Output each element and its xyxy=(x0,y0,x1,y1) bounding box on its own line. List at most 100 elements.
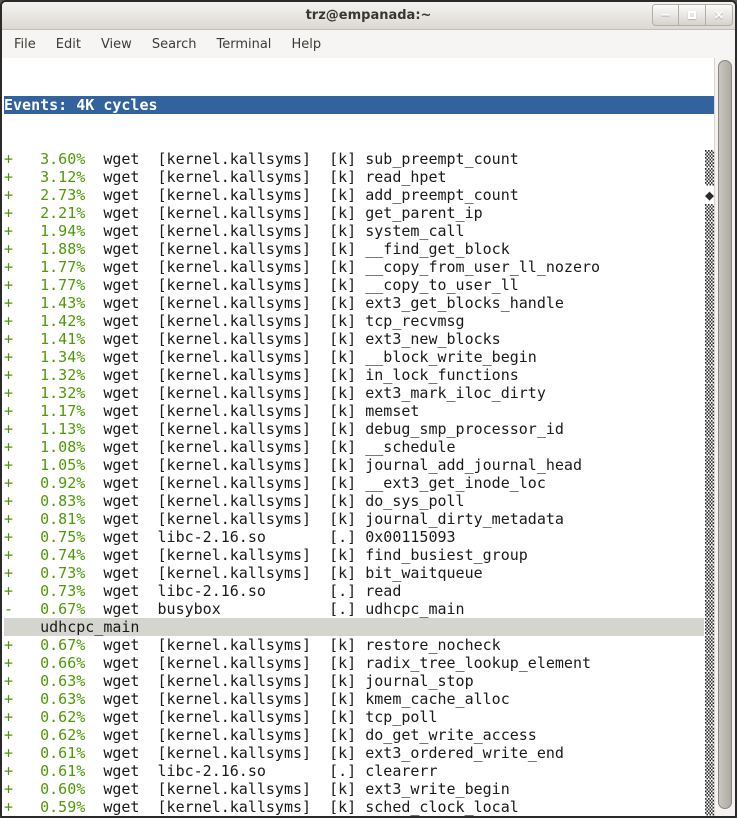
perf-row[interactable]: + 1.41% wget [kernel.kallsyms] [k] ext3_… xyxy=(4,330,714,348)
perf-row-percent: + 1.08% xyxy=(4,438,85,456)
perf-row-symbol: wget [kernel.kallsyms] [k] system_call xyxy=(85,222,464,240)
menu-item-file[interactable]: File xyxy=(4,32,46,57)
tui-scrollbar-track-icon: ▒ xyxy=(704,798,714,816)
perf-rows: + 3.60% wget [kernel.kallsyms] [k] sub_p… xyxy=(4,150,714,816)
perf-row[interactable]: + 0.81% wget [kernel.kallsyms] [k] journ… xyxy=(4,510,714,528)
perf-row[interactable]: + 1.32% wget [kernel.kallsyms] [k] in_lo… xyxy=(4,366,714,384)
perf-row-text: + 1.05% wget [kernel.kallsyms] [k] journ… xyxy=(4,456,704,474)
perf-row-symbol: wget [kernel.kallsyms] [k] ext3_ordered_… xyxy=(85,744,564,762)
perf-row[interactable]: + 0.67% wget [kernel.kallsyms] [k] resto… xyxy=(4,636,714,654)
perf-row-text: + 2.21% wget [kernel.kallsyms] [k] get_p… xyxy=(4,204,704,222)
perf-row-symbol: wget busybox [.] udhcpc_main xyxy=(85,600,464,618)
perf-row[interactable]: + 0.73% wget [kernel.kallsyms] [k] bit_w… xyxy=(4,564,714,582)
perf-row[interactable]: - 0.67% wget busybox [.] udhcpc_main▒ xyxy=(4,600,714,618)
perf-row[interactable]: + 1.88% wget [kernel.kallsyms] [k] __fin… xyxy=(4,240,714,258)
maximize-icon xyxy=(688,11,696,19)
perf-row[interactable]: + 1.43% wget [kernel.kallsyms] [k] ext3_… xyxy=(4,294,714,312)
perf-row[interactable]: + 0.63% wget [kernel.kallsyms] [k] journ… xyxy=(4,672,714,690)
perf-row[interactable]: + 0.60% wget [kernel.kallsyms] [k] ext3_… xyxy=(4,780,714,798)
perf-row-symbol: wget [kernel.kallsyms] [k] journal_stop xyxy=(85,672,473,690)
perf-row-symbol: wget libc-2.16.so [.] read xyxy=(85,582,401,600)
perf-row-text: + 1.94% wget [kernel.kallsyms] [k] syste… xyxy=(4,222,704,240)
perf-row-symbol: wget [kernel.kallsyms] [k] __copy_to_use… xyxy=(85,276,518,294)
perf-row-text: + 2.73% wget [kernel.kallsyms] [k] add_p… xyxy=(4,186,704,204)
perf-row-percent: + 2.21% xyxy=(4,204,85,222)
perf-row[interactable]: + 0.61% wget [kernel.kallsyms] [k] ext3_… xyxy=(4,744,714,762)
window-titlebar[interactable]: trz@empanada:~ − × xyxy=(2,2,735,30)
perf-row-text: + 3.60% wget [kernel.kallsyms] [k] sub_p… xyxy=(4,150,704,168)
perf-row[interactable]: + 3.12% wget [kernel.kallsyms] [k] read_… xyxy=(4,168,714,186)
tui-scrollbar-track-icon: ▒ xyxy=(704,546,714,564)
tui-scrollbar-track-icon: ▒ xyxy=(704,744,714,762)
perf-row[interactable]: + 1.05% wget [kernel.kallsyms] [k] journ… xyxy=(4,456,714,474)
perf-row[interactable]: + 0.61% wget libc-2.16.so [.] clearerr▒ xyxy=(4,762,714,780)
perf-row[interactable]: + 3.60% wget [kernel.kallsyms] [k] sub_p… xyxy=(4,150,714,168)
perf-row[interactable]: + 0.92% wget [kernel.kallsyms] [k] __ext… xyxy=(4,474,714,492)
perf-row[interactable]: + 2.21% wget [kernel.kallsyms] [k] get_p… xyxy=(4,204,714,222)
perf-row[interactable]: + 0.62% wget [kernel.kallsyms] [k] do_ge… xyxy=(4,726,714,744)
perf-row[interactable]: + 0.66% wget [kernel.kallsyms] [k] radix… xyxy=(4,654,714,672)
tui-scrollbar-track-icon: ▒ xyxy=(704,312,714,330)
menu-item-edit[interactable]: Edit xyxy=(46,32,91,57)
tui-scrollbar-track-icon: ▒ xyxy=(704,474,714,492)
perf-row[interactable]: + 2.73% wget [kernel.kallsyms] [k] add_p… xyxy=(4,186,714,204)
perf-row-text: + 0.61% wget libc-2.16.so [.] clearerr xyxy=(4,762,704,780)
tui-scrollbar-track-icon: ▒ xyxy=(704,456,714,474)
perf-row[interactable]: + 0.73% wget libc-2.16.so [.] read▒ xyxy=(4,582,714,600)
perf-row-symbol: wget [kernel.kallsyms] [k] ext3_mark_ilo… xyxy=(85,384,546,402)
menu-item-help[interactable]: Help xyxy=(281,32,331,57)
perf-row-symbol: wget [kernel.kallsyms] [k] restore_noche… xyxy=(85,636,500,654)
perf-row-symbol: wget [kernel.kallsyms] [k] __schedule xyxy=(85,438,455,456)
perf-row-text: + 0.63% wget [kernel.kallsyms] [k] kmem_… xyxy=(4,690,704,708)
perf-row[interactable]: + 1.17% wget [kernel.kallsyms] [k] memse… xyxy=(4,402,714,420)
menu-item-view[interactable]: View xyxy=(91,32,142,57)
scrollbar-thumb[interactable] xyxy=(718,60,732,809)
perf-row-percent: + 0.63% xyxy=(4,672,85,690)
perf-row-text: + 3.12% wget [kernel.kallsyms] [k] read_… xyxy=(4,168,704,186)
perf-callchain-row[interactable]: udhcpc_main▒ xyxy=(4,618,714,636)
perf-row[interactable]: + 1.77% wget [kernel.kallsyms] [k] __cop… xyxy=(4,258,714,276)
perf-row-percent: + 1.32% xyxy=(4,384,85,402)
menu-item-terminal[interactable]: Terminal xyxy=(206,32,281,57)
tui-scrollbar-track-icon: ▒ xyxy=(704,564,714,582)
tui-scrollbar-track-icon: ▒ xyxy=(704,636,714,654)
perf-row-percent: + 1.77% xyxy=(4,276,85,294)
tui-scrollbar-track-icon: ▒ xyxy=(704,420,714,438)
perf-row[interactable]: + 0.83% wget [kernel.kallsyms] [k] do_sy… xyxy=(4,492,714,510)
perf-row[interactable]: + 1.32% wget [kernel.kallsyms] [k] ext3_… xyxy=(4,384,714,402)
tui-scrollbar-track-icon: ▒ xyxy=(704,492,714,510)
perf-row[interactable]: + 0.59% wget [kernel.kallsyms] [k] sched… xyxy=(4,798,714,816)
close-button[interactable]: × xyxy=(706,4,733,26)
terminal-main: Events: 4K cycles + 3.60% wget [kernel.k… xyxy=(2,58,735,816)
maximize-button[interactable] xyxy=(679,4,706,26)
tui-scrollbar-thumb-icon: ◆ xyxy=(704,186,714,204)
window-controls: − × xyxy=(652,4,733,26)
perf-row-text: + 0.62% wget [kernel.kallsyms] [k] tcp_p… xyxy=(4,708,704,726)
perf-row[interactable]: + 1.77% wget [kernel.kallsyms] [k] __cop… xyxy=(4,276,714,294)
perf-row-text: + 1.41% wget [kernel.kallsyms] [k] ext3_… xyxy=(4,330,704,348)
perf-row[interactable]: + 0.62% wget [kernel.kallsyms] [k] tcp_p… xyxy=(4,708,714,726)
perf-row[interactable]: + 1.08% wget [kernel.kallsyms] [k] __sch… xyxy=(4,438,714,456)
scrollbar-track[interactable] xyxy=(714,58,735,816)
perf-row[interactable]: + 1.13% wget [kernel.kallsyms] [k] debug… xyxy=(4,420,714,438)
perf-row-symbol: wget [kernel.kallsyms] [k] kmem_cache_al… xyxy=(85,690,509,708)
perf-row-symbol: wget [kernel.kallsyms] [k] journal_dirty… xyxy=(85,510,564,528)
perf-row-text: + 0.63% wget [kernel.kallsyms] [k] journ… xyxy=(4,672,704,690)
perf-row-percent: + 3.12% xyxy=(4,168,85,186)
perf-row[interactable]: + 1.94% wget [kernel.kallsyms] [k] syste… xyxy=(4,222,714,240)
menu-item-search[interactable]: Search xyxy=(142,32,207,57)
perf-events-header: Events: 4K cycles xyxy=(4,96,714,114)
perf-row-symbol: wget [kernel.kallsyms] [k] bit_waitqueue xyxy=(85,564,482,582)
perf-row[interactable]: + 1.42% wget [kernel.kallsyms] [k] tcp_r… xyxy=(4,312,714,330)
perf-row[interactable]: + 1.34% wget [kernel.kallsyms] [k] __blo… xyxy=(4,348,714,366)
perf-row[interactable]: + 0.75% wget libc-2.16.so [.] 0x00115093… xyxy=(4,528,714,546)
perf-row-percent: + 0.66% xyxy=(4,654,85,672)
perf-row[interactable]: + 0.74% wget [kernel.kallsyms] [k] find_… xyxy=(4,546,714,564)
perf-row[interactable]: + 0.63% wget [kernel.kallsyms] [k] kmem_… xyxy=(4,690,714,708)
perf-row-percent: + 1.88% xyxy=(4,240,85,258)
menu-bar: FileEditViewSearchTerminalHelp xyxy=(2,30,735,58)
minimize-button[interactable]: − xyxy=(652,4,679,26)
perf-row-text: udhcpc_main xyxy=(4,618,704,636)
perf-row-text: + 1.34% wget [kernel.kallsyms] [k] __blo… xyxy=(4,348,704,366)
perf-row-symbol: wget [kernel.kallsyms] [k] ext3_write_be… xyxy=(85,780,509,798)
